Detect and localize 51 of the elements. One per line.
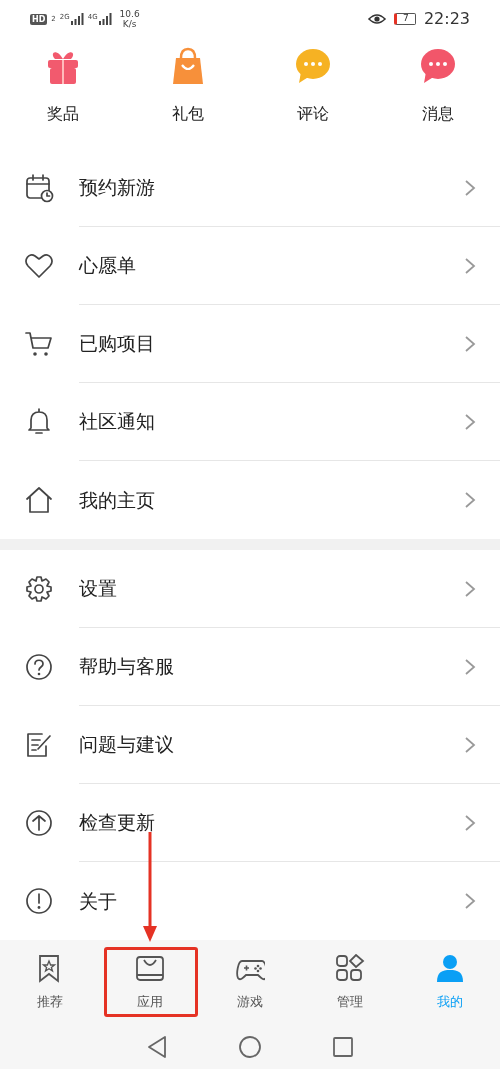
chevron-right-icon bbox=[464, 813, 476, 832]
menu-item[interactable]: 帮助与客服 bbox=[0, 628, 500, 706]
menu-item[interactable]: 问题与建议 bbox=[0, 706, 500, 784]
question-icon bbox=[24, 652, 54, 682]
nav-tab[interactable]: 应用 bbox=[100, 940, 200, 1025]
menu-item[interactable]: 社区通知 bbox=[0, 383, 500, 461]
upload-icon bbox=[24, 808, 54, 838]
info-icon bbox=[24, 886, 54, 916]
chevron-right-icon bbox=[464, 256, 476, 275]
heart-icon bbox=[24, 251, 54, 281]
recent-apps-icon[interactable] bbox=[332, 1036, 354, 1058]
menu-item[interactable]: 检查更新 bbox=[0, 784, 500, 862]
calendar-clock-icon bbox=[24, 173, 54, 203]
battery-level: 7 bbox=[403, 13, 409, 23]
shortcut-label[interactable]: 奖品 bbox=[46, 101, 79, 126]
nav-tab[interactable]: 推荐 bbox=[0, 940, 100, 1025]
menu-item[interactable]: 已购项目 bbox=[0, 305, 500, 383]
chevron-right-icon bbox=[464, 491, 476, 509]
menu-item[interactable]: 预约新游 bbox=[0, 149, 500, 227]
cart-icon bbox=[24, 329, 54, 359]
menu-item[interactable]: 关于 bbox=[0, 862, 500, 940]
shortcut-label[interactable]: 评论 bbox=[296, 101, 329, 126]
shortcut-label[interactable]: 消息 bbox=[421, 101, 454, 126]
chevron-right-icon bbox=[464, 892, 476, 910]
menu-item[interactable]: 心愿单 bbox=[0, 227, 500, 305]
nav-tab[interactable]: 游戏 bbox=[200, 940, 300, 1025]
chevron-right-icon bbox=[464, 334, 476, 353]
person-icon bbox=[435, 953, 465, 984]
shortcut-label[interactable]: 礼包 bbox=[171, 101, 204, 126]
signal-icon bbox=[69, 13, 84, 25]
edit-document-icon bbox=[24, 730, 54, 760]
menu-item[interactable]: 设置 bbox=[0, 550, 500, 628]
chevron-right-icon bbox=[464, 735, 476, 754]
chevron-right-icon bbox=[464, 412, 476, 431]
chevron-right-icon bbox=[464, 579, 476, 598]
hd-badge: HD bbox=[30, 13, 48, 25]
grid-icon bbox=[335, 953, 365, 984]
clock: 22:23 bbox=[423, 8, 470, 30]
speed-value: 10.6 bbox=[119, 9, 140, 19]
nav-tab[interactable]: 管理 bbox=[300, 940, 400, 1025]
home-button-icon[interactable] bbox=[238, 1035, 262, 1059]
back-icon[interactable] bbox=[146, 1035, 168, 1059]
speed-unit: K/s bbox=[121, 19, 138, 29]
signal-icon bbox=[97, 13, 112, 25]
menu-item[interactable]: 我的主页 bbox=[0, 461, 500, 539]
eye-icon bbox=[367, 13, 386, 25]
bag-icon bbox=[135, 953, 165, 984]
gear-icon bbox=[24, 574, 54, 604]
chevron-right-icon bbox=[464, 178, 476, 197]
chevron-right-icon bbox=[464, 657, 476, 676]
home-icon bbox=[24, 485, 54, 515]
